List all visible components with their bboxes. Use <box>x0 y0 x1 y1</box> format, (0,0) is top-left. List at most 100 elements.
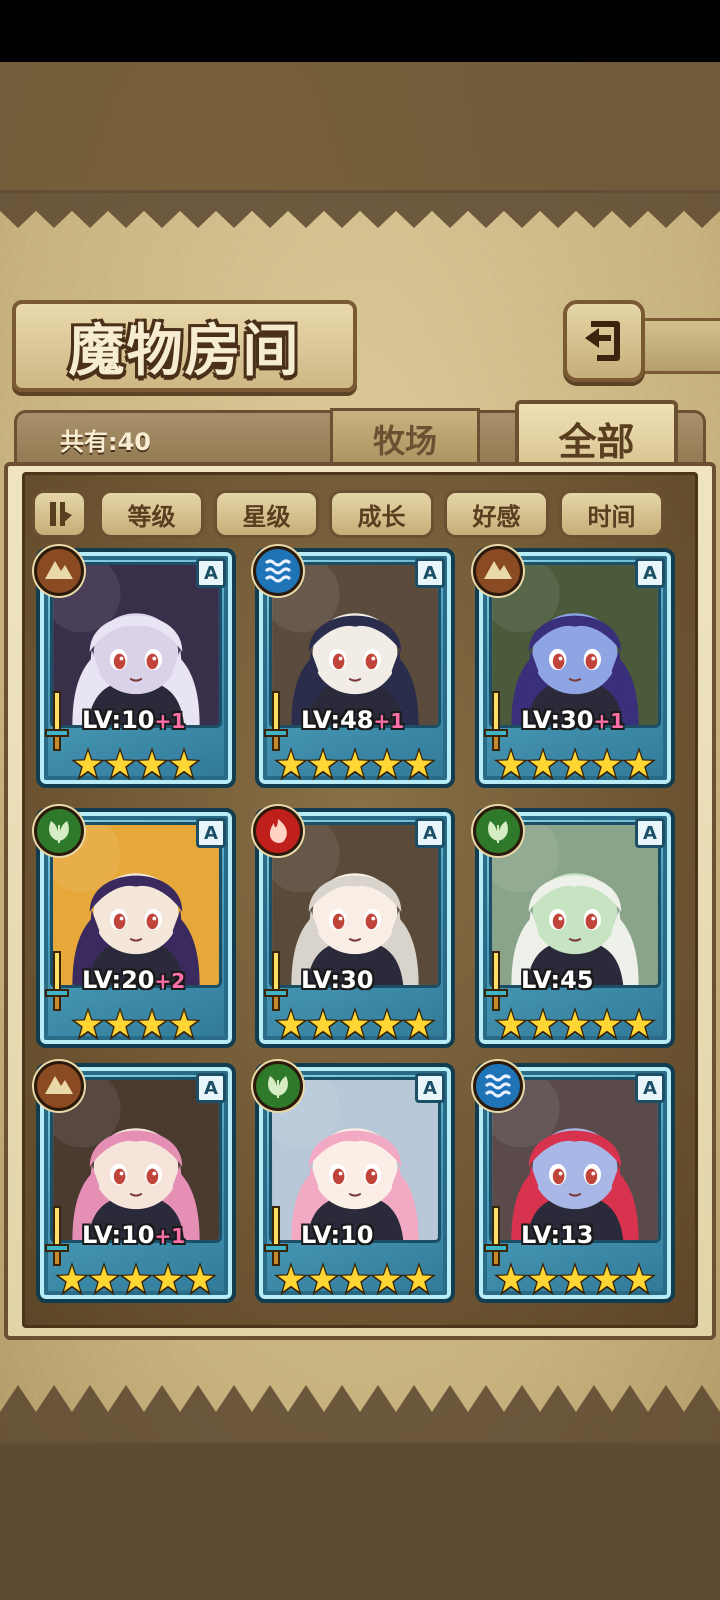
element-badge <box>473 806 523 856</box>
sort-order-toggle[interactable] <box>32 490 87 538</box>
level-value: LV:48 <box>301 706 374 734</box>
element-badge <box>473 546 523 596</box>
monster-card[interactable]: A LV:30 <box>253 806 455 1048</box>
sort-by-level-button[interactable]: 等级 <box>99 490 204 538</box>
monster-card[interactable]: A LV:10+1 <box>34 1061 236 1303</box>
monster-card[interactable]: A LV:13 <box>473 1061 675 1303</box>
star-icon <box>306 747 340 781</box>
rank-badge: A <box>635 818 665 848</box>
rank-badge: A <box>196 558 226 588</box>
star-icon <box>167 1007 201 1041</box>
rank-badge: A <box>635 1073 665 1103</box>
monster-level: LV:13 <box>521 1221 593 1251</box>
monster-level: LV:10+1 <box>82 706 185 736</box>
star-icon <box>274 747 308 781</box>
level-value: LV:20 <box>82 966 155 994</box>
element-badge <box>34 806 84 856</box>
level-bonus: +1 <box>154 1224 186 1248</box>
star-icon <box>370 747 404 781</box>
star-icon <box>402 1007 436 1041</box>
star-icon <box>494 747 528 781</box>
element-badge <box>34 546 84 596</box>
star-icon <box>590 1007 624 1041</box>
star-icon <box>370 1007 404 1041</box>
monster-card[interactable]: A LV:10 <box>253 1061 455 1303</box>
monster-card[interactable]: A LV:10+1 <box>34 546 236 788</box>
monster-count: 共有:40 <box>60 428 151 456</box>
star-icon <box>526 1262 560 1296</box>
monster-level: LV:30 <box>301 966 373 996</box>
star-icon <box>306 1262 340 1296</box>
monster-card[interactable]: A LV:48+1 <box>253 546 455 788</box>
tab-ranch[interactable]: 牧场 <box>330 408 480 466</box>
status-bar <box>0 0 720 62</box>
star-icon <box>55 1262 89 1296</box>
monster-card[interactable]: A LV:45 <box>473 806 675 1048</box>
rank-badge: A <box>196 1073 226 1103</box>
monster-card[interactable]: A LV:20+2 <box>34 806 236 1048</box>
star-rating <box>475 1004 675 1044</box>
rank-badge: A <box>635 558 665 588</box>
star-icon <box>590 747 624 781</box>
star-icon <box>558 1007 592 1041</box>
element-badge <box>253 1061 303 1111</box>
star-icon <box>558 1262 592 1296</box>
star-rating <box>255 1259 455 1299</box>
sort-by-time-button[interactable]: 时间 <box>559 490 664 538</box>
rank-badge: A <box>415 818 445 848</box>
star-icon <box>135 747 169 781</box>
nature-icon <box>268 1076 288 1098</box>
star-icon <box>402 747 436 781</box>
rank-badge: A <box>196 818 226 848</box>
element-badge <box>473 1061 523 1111</box>
level-value: LV:10 <box>82 1221 155 1249</box>
sort-order-icon <box>49 502 72 526</box>
star-icon <box>71 1007 105 1041</box>
level-bonus: +1 <box>593 709 625 733</box>
level-value: LV:30 <box>301 966 374 994</box>
monster-level: LV:20+2 <box>82 966 185 996</box>
level-value: LV:13 <box>521 1221 594 1249</box>
monster-level: LV:10+1 <box>82 1221 185 1251</box>
level-bonus: +2 <box>154 969 186 993</box>
monster-level: LV:30+1 <box>521 706 624 736</box>
sort-by-star-button[interactable]: 星级 <box>214 490 319 538</box>
sort-bar: 等级 星级 成长 好感 时间 <box>32 490 692 540</box>
star-icon <box>622 1007 656 1041</box>
fire-icon <box>269 819 287 843</box>
page-title: 魔物房间 <box>68 317 301 384</box>
star-icon <box>119 1262 153 1296</box>
sort-by-affection-button[interactable]: 好感 <box>444 490 549 538</box>
star-rating <box>255 1004 455 1044</box>
star-icon <box>370 1262 404 1296</box>
title-plate: 魔物房间 <box>12 300 357 392</box>
star-icon <box>103 1007 137 1041</box>
star-icon <box>151 1262 185 1296</box>
rank-badge: A <box>415 558 445 588</box>
element-badge <box>253 806 303 856</box>
level-value: LV:10 <box>301 1221 374 1249</box>
level-value: LV:45 <box>521 966 594 994</box>
back-button[interactable] <box>563 300 645 382</box>
nature-icon <box>49 821 69 843</box>
monster-level: LV:10 <box>301 1221 373 1251</box>
star-rating <box>475 744 675 784</box>
level-bonus: +1 <box>373 709 405 733</box>
star-icon <box>71 747 105 781</box>
star-icon <box>590 1262 624 1296</box>
monster-card[interactable]: A LV:30+1 <box>473 546 675 788</box>
water-icon <box>484 1074 512 1098</box>
star-icon <box>103 747 137 781</box>
rank-badge: A <box>415 1073 445 1103</box>
star-icon <box>402 1262 436 1296</box>
star-rating <box>255 744 455 784</box>
element-badge <box>34 1061 84 1111</box>
star-icon <box>526 1007 560 1041</box>
sort-by-growth-button[interactable]: 成长 <box>329 490 434 538</box>
star-icon <box>622 1262 656 1296</box>
star-icon <box>87 1262 121 1296</box>
star-icon <box>183 1262 217 1296</box>
level-value: LV:30 <box>521 706 594 734</box>
star-rating <box>36 744 236 784</box>
element-badge <box>253 546 303 596</box>
